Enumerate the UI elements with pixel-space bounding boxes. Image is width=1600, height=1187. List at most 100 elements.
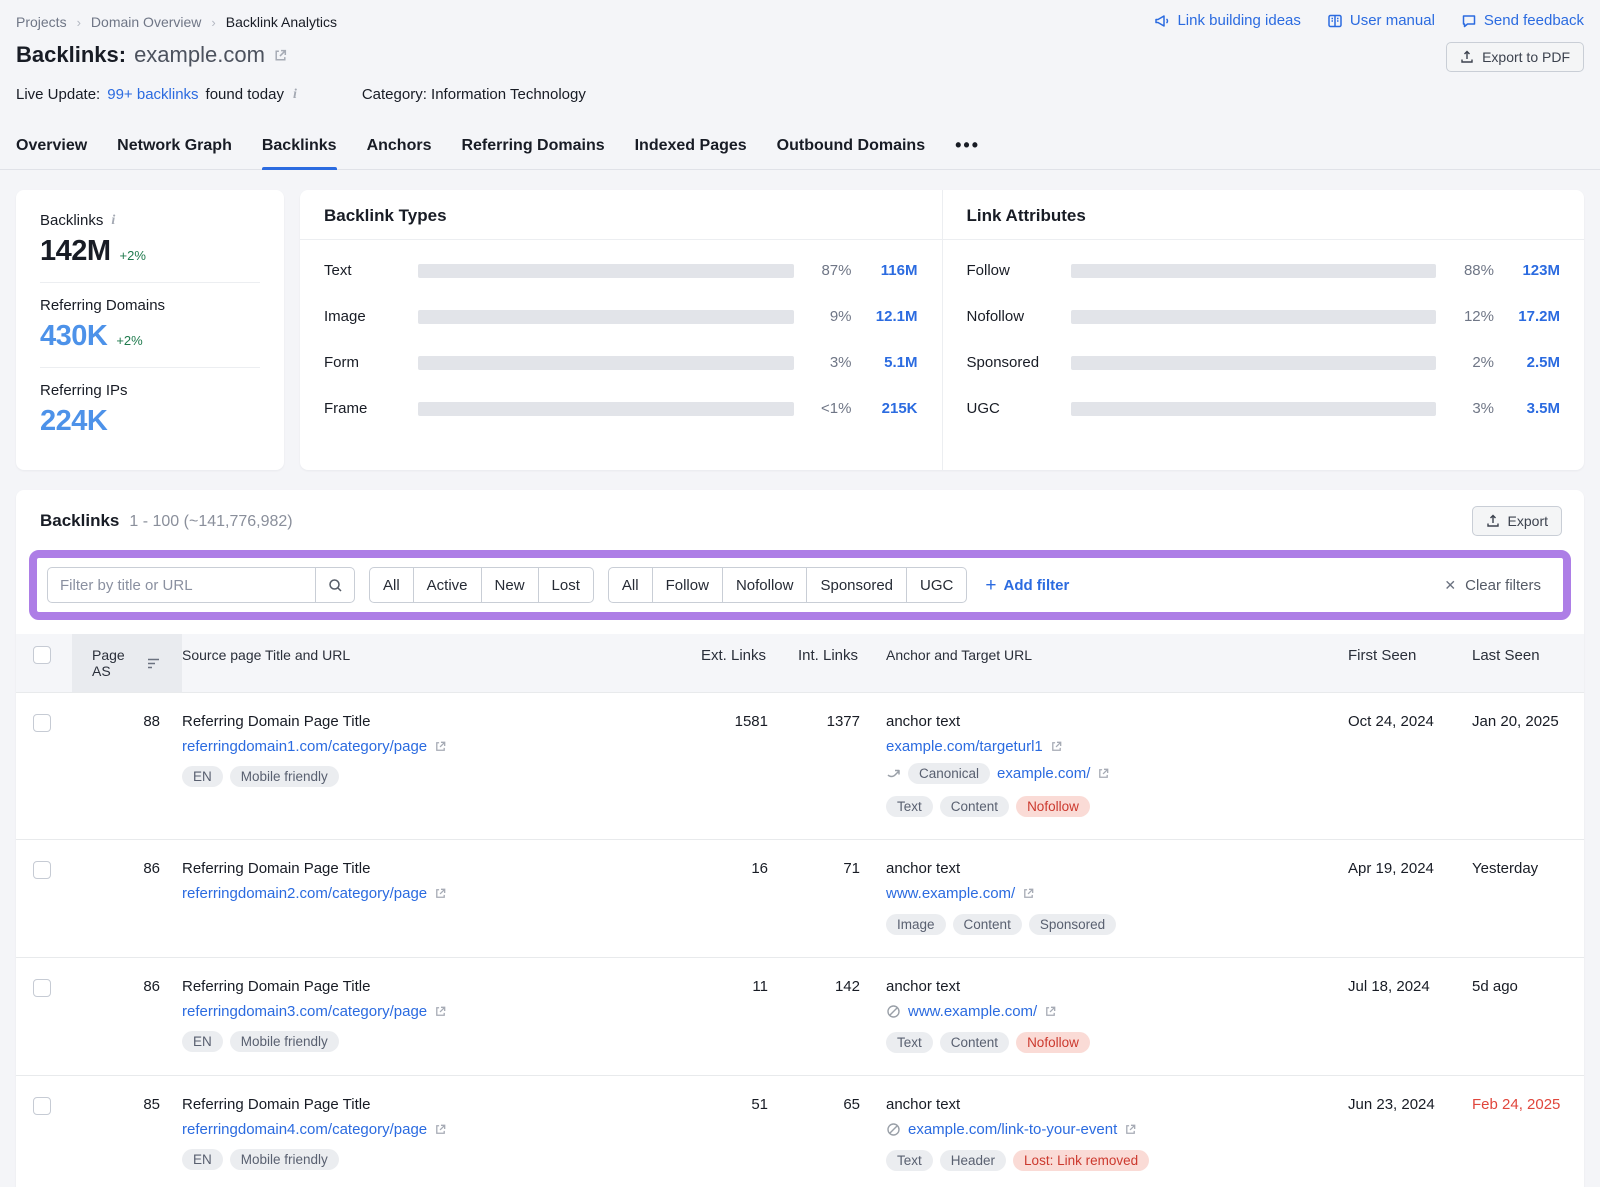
clear-filters-button[interactable]: ✕ Clear filters [1444,577,1553,594]
bar-value-link[interactable]: 12.1M [864,308,918,325]
link-type-badge: Text [886,1032,933,1053]
status-filter-all[interactable]: All [369,567,414,603]
select-all-checkbox[interactable] [33,646,51,664]
page-as-value: 86 [72,958,182,1017]
tab-backlinks[interactable]: Backlinks [262,129,337,169]
column-header-anchor[interactable]: Anchor and Target URL [860,634,1348,676]
no-anchor-icon [886,1004,901,1019]
search-button[interactable] [315,567,355,603]
backlinks-heading: Backlinks [40,511,119,531]
page-title-prefix: Backlinks: [16,42,126,68]
target-url-link[interactable]: www.example.com/ [886,885,1015,902]
tab-outbound-domains[interactable]: Outbound Domains [777,129,925,169]
type-filter-nofollow[interactable]: Nofollow [723,567,808,603]
tab-anchors[interactable]: Anchors [367,129,432,169]
source-url-link[interactable]: referringdomain3.com/category/page [182,1003,427,1020]
stat-ref-domains-value[interactable]: 430K [40,320,107,353]
external-link-icon[interactable] [1050,740,1063,753]
add-filter-button[interactable]: + Add filter [985,576,1069,595]
link-building-ideas-link[interactable]: Link building ideas [1154,12,1300,29]
target-url-link[interactable]: example.com/targeturl1 [886,738,1043,755]
info-icon[interactable]: i [291,87,299,103]
bar-row-sponsored: Sponsored 2% 2.5M [967,354,1561,371]
anchor-text: anchor text [886,1096,1348,1113]
bar-track [1071,310,1437,324]
tabs-more-menu[interactable]: ••• [955,129,980,169]
external-link-icon[interactable] [273,48,288,63]
row-checkbox[interactable] [33,861,51,879]
status-filter-lost[interactable]: Lost [539,567,594,603]
source-url-link[interactable]: referringdomain1.com/category/page [182,738,427,755]
status-filter-active[interactable]: Active [414,567,482,603]
type-filter-all[interactable]: All [608,567,653,603]
info-icon[interactable]: i [109,213,117,229]
external-link-icon[interactable] [434,740,447,753]
type-filter-sponsored[interactable]: Sponsored [807,567,907,603]
tab-network-graph[interactable]: Network Graph [117,129,232,169]
breadcrumb-projects[interactable]: Projects [16,14,67,30]
external-link-icon[interactable] [1097,767,1110,780]
ext-links-value: 16 [678,840,768,899]
live-update-backlinks-link[interactable]: 99+ backlinks [107,86,198,103]
row-checkbox[interactable] [33,979,51,997]
external-link-icon[interactable] [434,1005,447,1018]
column-header-last-seen[interactable]: Last Seen [1472,634,1584,677]
stat-backlinks-label: Backlinks [40,212,103,229]
bar-value-link[interactable]: 2.5M [1506,354,1560,371]
source-url-link[interactable]: referringdomain2.com/category/page [182,885,427,902]
bar-value-link[interactable]: 215K [864,400,918,417]
export-to-pdf-button[interactable]: Export to PDF [1446,42,1584,72]
bar-value-link[interactable]: 123M [1506,262,1560,279]
external-link-icon[interactable] [434,887,447,900]
row-checkbox[interactable] [33,714,51,732]
status-filter-new[interactable]: New [482,567,539,603]
mobile-friendly-badge: Mobile friendly [230,766,339,787]
tab-indexed-pages[interactable]: Indexed Pages [635,129,747,169]
link-placement-badge: Header [940,1150,1006,1171]
anchor-text: anchor text [886,713,1348,730]
language-badge: EN [182,1149,223,1170]
bar-value-link[interactable]: 116M [864,262,918,279]
tab-referring-domains[interactable]: Referring Domains [461,129,604,169]
external-link-icon[interactable] [1044,1005,1057,1018]
target-url-link[interactable]: example.com/link-to-your-event [908,1121,1117,1138]
bar-value-link[interactable]: 3.5M [1506,400,1560,417]
row-checkbox[interactable] [33,1097,51,1115]
column-header-page-as[interactable]: Page AS [72,634,182,692]
source-url-link[interactable]: referringdomain4.com/category/page [182,1121,427,1138]
stat-ref-ips-value[interactable]: 224K [40,405,107,438]
export-button[interactable]: Export [1472,506,1562,536]
book-icon [1327,13,1343,29]
breadcrumb-domain-overview[interactable]: Domain Overview [91,14,201,30]
external-link-icon[interactable] [1022,887,1035,900]
user-manual-link[interactable]: User manual [1327,12,1435,29]
link-type-badge: Text [886,1150,933,1171]
type-filter-ugc[interactable]: UGC [907,567,967,603]
bar-row-form: Form 3% 5.1M [324,354,918,371]
stat-referring-domains: Referring Domains 430K +2% [40,282,260,367]
redirect-arrow-icon [886,766,901,781]
column-header-source[interactable]: Source page Title and URL [182,634,678,676]
type-filter-follow[interactable]: Follow [653,567,723,603]
tab-bar: Overview Network Graph Backlinks Anchors… [0,129,1600,170]
bar-value-link[interactable]: 5.1M [864,354,918,371]
utility-nav: Link building ideas User manual Send fee… [1154,12,1584,29]
canonical-url-link[interactable]: example.com/ [997,765,1090,782]
column-header-first-seen[interactable]: First Seen [1348,634,1472,677]
sort-icon [147,658,160,669]
stat-referring-ips: Referring IPs 224K [40,367,260,452]
external-link-icon[interactable] [434,1123,447,1136]
target-url-link[interactable]: www.example.com/ [908,1003,1037,1020]
external-link-icon[interactable] [1124,1123,1137,1136]
title-row: Backlinks: example.com Export to PDF [16,42,1584,72]
tab-overview[interactable]: Overview [16,129,87,169]
column-header-int-links[interactable]: Int. Links [768,634,860,677]
send-feedback-link[interactable]: Send feedback [1461,12,1584,29]
bar-row-frame: Frame <1% 215K [324,400,918,417]
first-seen-value: Oct 24, 2024 [1348,693,1472,752]
bar-track [1071,356,1437,370]
backlink-types-title: Backlink Types [300,190,942,240]
filter-input[interactable] [47,567,315,603]
bar-value-link[interactable]: 17.2M [1506,308,1560,325]
column-header-ext-links[interactable]: Ext. Links [678,634,768,677]
